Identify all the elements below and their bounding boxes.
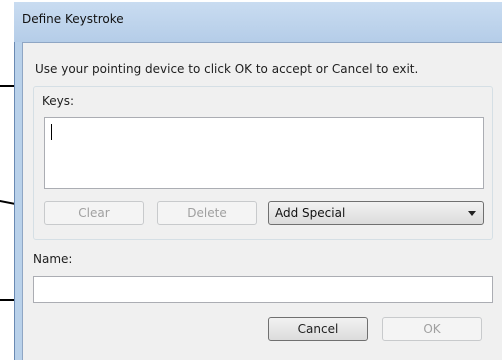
text-caret (51, 124, 52, 140)
keys-input[interactable] (44, 117, 484, 189)
ok-button[interactable]: OK (382, 317, 482, 341)
add-special-selected: Add Special (275, 206, 346, 220)
name-label: Name: (33, 252, 73, 266)
window-title: Define Keystroke (22, 12, 124, 26)
name-input[interactable] (33, 276, 493, 303)
clear-button[interactable]: Clear (44, 201, 144, 225)
chevron-down-icon (468, 211, 476, 216)
delete-button[interactable]: Delete (157, 201, 257, 225)
cancel-button[interactable]: Cancel (268, 317, 368, 341)
instruction-text: Use your pointing device to click OK to … (35, 62, 419, 76)
add-special-dropdown[interactable]: Add Special (268, 201, 484, 225)
keys-label: Keys: (42, 94, 75, 108)
